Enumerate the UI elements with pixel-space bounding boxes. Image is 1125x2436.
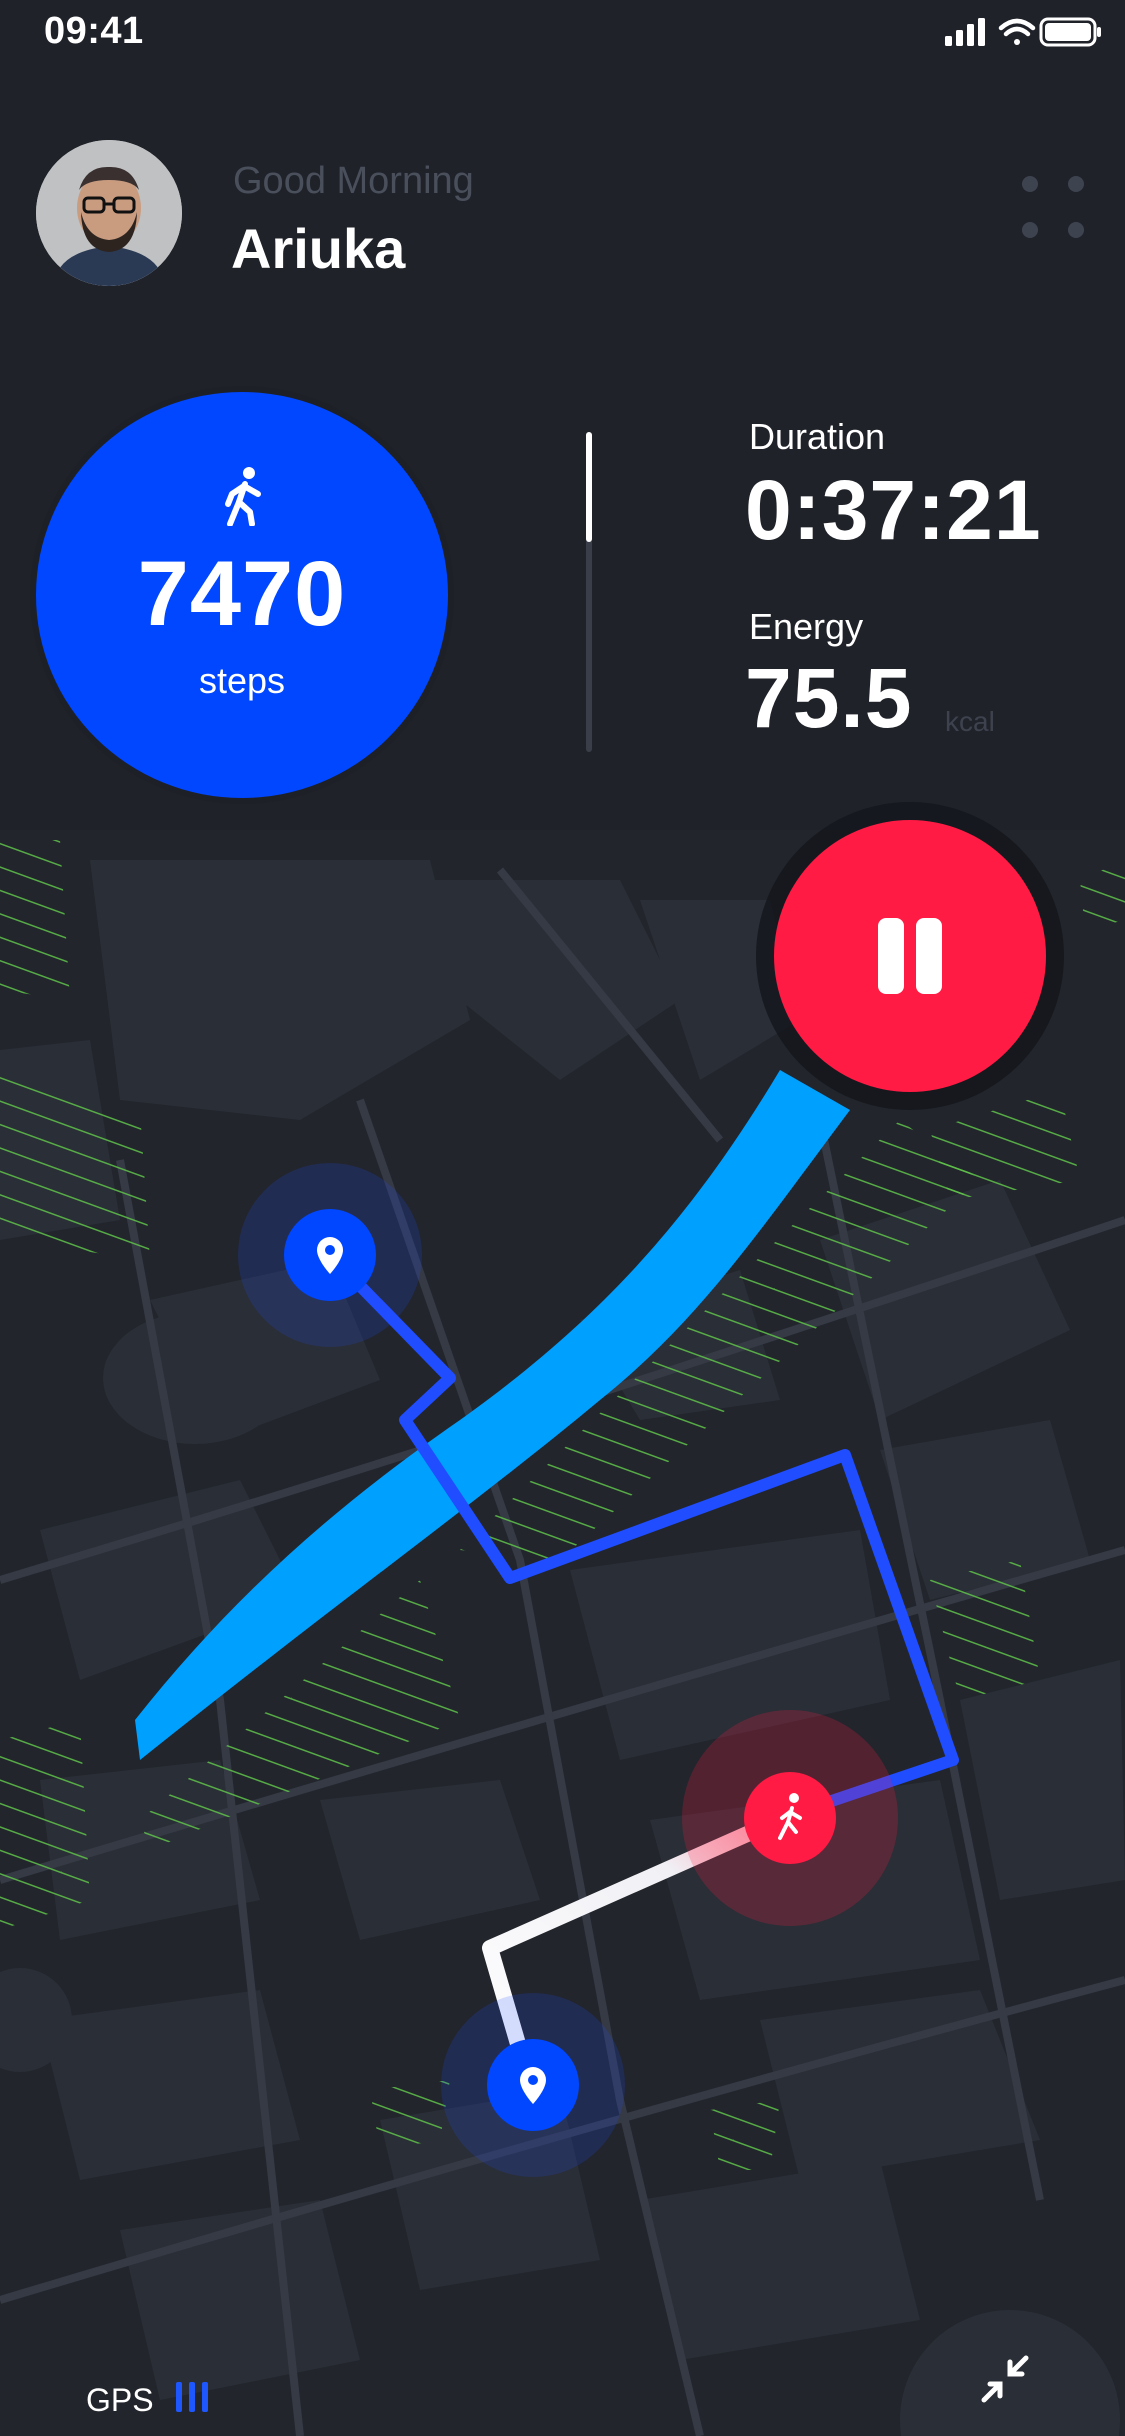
- gps-label: GPS: [86, 2382, 154, 2418]
- username: Ariuka: [231, 217, 406, 280]
- duration-value: 0:37:21: [745, 463, 1042, 557]
- status-time: 09:41: [44, 10, 144, 52]
- steps-value: 7470: [137, 543, 347, 645]
- grid-dots-icon[interactable]: [1008, 170, 1088, 250]
- energy-label: Energy: [749, 606, 864, 647]
- collapse-icon: [981, 2355, 1029, 2403]
- status-bar: 09:41: [0, 0, 1125, 64]
- battery-icon: [1039, 17, 1101, 47]
- greeting-text: Good Morning: [233, 160, 474, 202]
- walking-icon: [225, 467, 261, 526]
- steps-card[interactable]: 7470 steps: [36, 392, 448, 798]
- end-pin[interactable]: [441, 1993, 625, 2177]
- status-icons: [943, 14, 1103, 55]
- energy-unit: kcal: [945, 706, 995, 737]
- collapse-button[interactable]: [966, 2340, 1046, 2420]
- route-map[interactable]: [0, 0, 1125, 2436]
- stats-divider-indicator: [586, 432, 592, 542]
- start-pin[interactable]: [238, 1163, 422, 1347]
- duration-label: Duration: [749, 416, 886, 457]
- signal-icon: [945, 18, 985, 46]
- steps-unit: steps: [198, 660, 286, 701]
- gps-signal-icon: [176, 2382, 215, 2417]
- avatar[interactable]: [36, 140, 182, 286]
- current-position-marker[interactable]: [682, 1710, 898, 1926]
- energy-value: 75.5: [745, 651, 913, 745]
- stats-divider: [586, 432, 592, 752]
- wifi-icon: [998, 18, 1036, 45]
- pause-button[interactable]: [774, 820, 1046, 1092]
